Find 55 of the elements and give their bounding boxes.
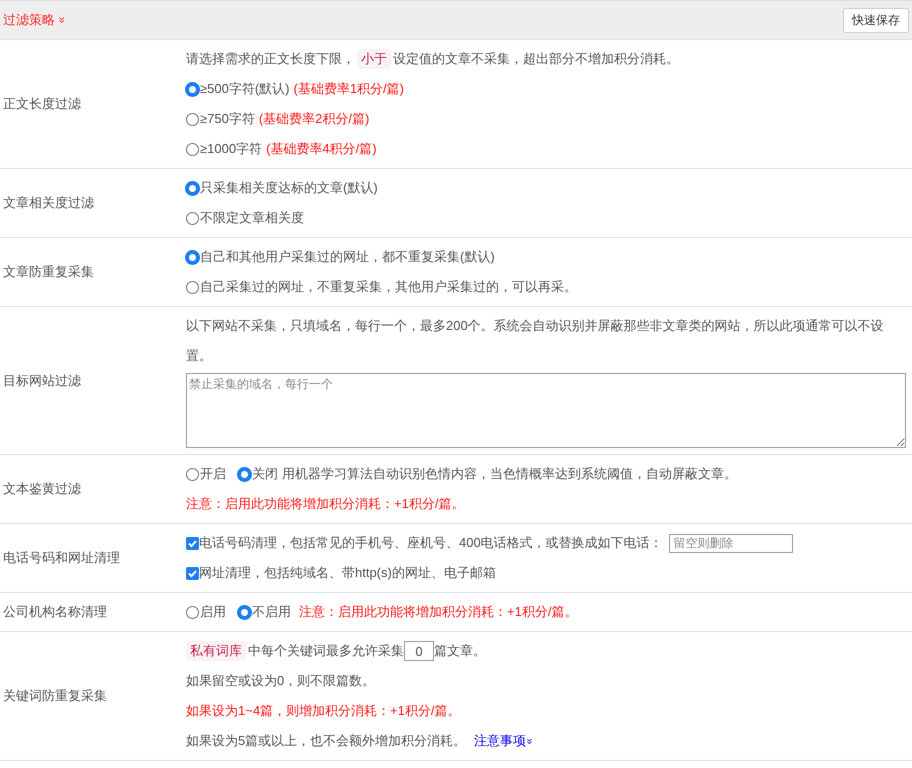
quick-save-button[interactable]: 快速保存 xyxy=(843,8,909,32)
warning-text: 如果设为1~4篇，则增加积分消耗：+1积分/篇。 xyxy=(186,702,460,720)
radio-button[interactable] xyxy=(238,468,251,480)
radio-button[interactable] xyxy=(186,250,199,264)
radio-label[interactable]: 不限定文章相关度 xyxy=(200,208,304,228)
description-text: 请选择需求的正文长度下限， xyxy=(186,50,355,68)
description-text: 设定值的文章不采集，超出部分不增加积分消耗。 xyxy=(393,50,679,68)
radio-label[interactable]: ≥1000字符 xyxy=(200,139,262,159)
field-label: 文本鉴黄过滤 xyxy=(2,480,82,498)
checkbox-label[interactable]: 网址清理，包括纯域名、带http(s)的网址、电子邮箱 xyxy=(199,563,496,583)
rate-note: (基础费率1积分/篇) xyxy=(293,80,404,98)
checkbox[interactable] xyxy=(186,566,199,580)
radio-label[interactable]: ≥500字符(默认) xyxy=(200,79,290,99)
warning-text: 注意：启用此功能将增加积分消耗：+1积分/篇。 xyxy=(186,495,464,514)
radio-button[interactable] xyxy=(186,182,199,194)
field-label: 关键词防重复采集 xyxy=(2,687,108,706)
rate-note: (基础费率2积分/篇) xyxy=(258,110,370,128)
radio-button[interactable] xyxy=(186,280,199,294)
radio-label[interactable]: 启用 xyxy=(200,602,226,622)
phone-input[interactable]: 留空则删除 xyxy=(668,534,793,552)
radio-button[interactable] xyxy=(186,82,199,96)
radio-label[interactable]: 自己和其他用户采集过的网址，都不重复采集(默认) xyxy=(200,247,495,267)
field-label: 目标网站过滤 xyxy=(2,372,82,390)
inline-code: 小于 xyxy=(357,49,391,69)
description-text: 篇文章。 xyxy=(434,642,486,660)
radio-button[interactable] xyxy=(186,112,199,126)
radio-button[interactable] xyxy=(186,142,199,156)
radio-button[interactable] xyxy=(186,212,199,224)
radio-label[interactable]: 自己采集过的网址，不重复采集，其他用户采集过的，可以再采。 xyxy=(200,277,577,297)
field-label: 文章相关度过滤 xyxy=(2,194,95,212)
radio-label[interactable]: 不启用 xyxy=(252,602,291,622)
section-title: 过滤策略 xyxy=(3,11,55,30)
radio-label[interactable]: 关闭 xyxy=(252,464,278,484)
radio-button[interactable] xyxy=(186,468,199,480)
checkbox-label[interactable]: 电话号码清理，包括常见的手机号、座机号、400电话格式，或替换成如下电话： xyxy=(199,533,663,553)
field-label: 正文长度过滤 xyxy=(2,95,82,114)
radio-label[interactable]: 只采集相关度达标的文章(默认) xyxy=(200,178,378,198)
description-text: 以下网站不采集，只填域名，每行一个，最多200个。系统会自动识别并屏蔽那些非文章类的网站，所以此项通常可以不设置。 xyxy=(186,318,884,363)
description-text: 如果设为5篇或以上，也不会额外增加积分消耗。 xyxy=(186,732,466,750)
radio-label[interactable]: ≥750字符 xyxy=(200,109,255,129)
field-label: 电话号码和网址清理 xyxy=(2,549,121,568)
count-input[interactable]: 0 xyxy=(404,641,434,661)
rate-note: (基础费率4积分/篇) xyxy=(266,140,377,158)
field-label: 文章防重复采集 xyxy=(2,263,95,282)
field-label: 公司机构名称清理 xyxy=(2,603,108,622)
inline-code: 私有词库 xyxy=(186,641,246,661)
domain-textarea[interactable]: 禁止采集的域名，每行一个 xyxy=(186,373,906,448)
radio-button[interactable] xyxy=(186,606,199,618)
description-text: 用机器学习算法自动识别色情内容，当色情概率达到系统阈值，自动屏蔽文章。 xyxy=(282,465,737,484)
description-text: 如果留空或设为0，则不限篇数。 xyxy=(186,673,376,688)
radio-button[interactable] xyxy=(238,606,251,618)
radio-label[interactable]: 开启 xyxy=(200,464,226,484)
description-text: 中每个关键词最多允许采集 xyxy=(248,642,404,660)
warning-text: 注意：启用此功能将增加积分消耗：+1积分/篇。 xyxy=(299,603,578,622)
checkbox[interactable] xyxy=(186,536,199,550)
